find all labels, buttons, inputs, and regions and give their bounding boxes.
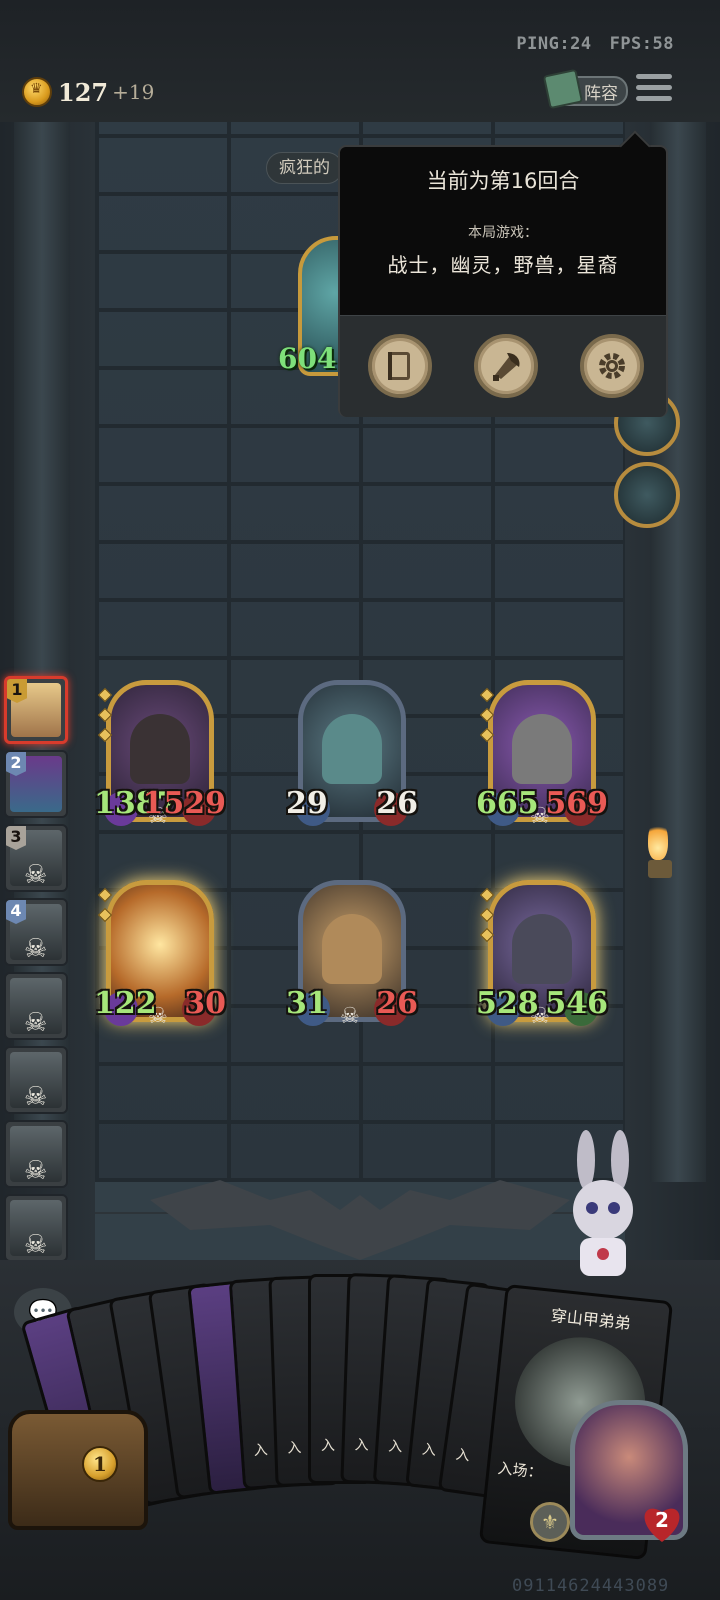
skull-icon: ☠ — [24, 934, 48, 964]
opponent-hero-health: 604 — [278, 342, 337, 375]
menu-icon[interactable] — [636, 74, 672, 108]
popup-actions — [340, 315, 666, 417]
gear-icon[interactable] — [580, 334, 644, 398]
card-label: 入 — [253, 1442, 269, 1460]
rank-badge: 4 — [6, 900, 26, 924]
skull-icon: ☠ — [24, 1156, 48, 1186]
lineup-book-icon — [542, 68, 584, 110]
rank-badge: 2 — [6, 752, 26, 776]
opponent-name: 疯狂的 — [266, 152, 343, 184]
minion-card[interactable]: ☠ 31 26 — [286, 880, 418, 1030]
skull-icon: ☠ — [24, 1082, 48, 1112]
player-slot-2[interactable]: 2 — [4, 750, 68, 818]
minion-health: 26 — [376, 786, 418, 821]
gold-amount: 127 — [58, 77, 109, 107]
round-info-popup: 当前为第16回合 本局游戏： 战士，幽灵，野兽，星裔 — [338, 145, 668, 417]
card-label: 入 — [287, 1440, 302, 1457]
coin-icon — [22, 77, 52, 107]
gold-display: 127 +19 — [22, 76, 154, 108]
bat-emblem — [150, 1180, 570, 1260]
tribes-list: 战士，幽灵，野兽，星裔 — [387, 253, 619, 277]
tavern-tier-badge: 1 — [82, 1446, 118, 1482]
fps-label: FPS:58 — [609, 34, 674, 54]
card-text: 入场： — [496, 1459, 544, 1482]
round-text: 当前为第16回合 — [426, 169, 580, 193]
player-slot-1[interactable]: 1 — [4, 676, 68, 744]
skull-icon: ☠ — [340, 1004, 360, 1029]
game-label: 本局游戏： — [468, 225, 538, 241]
minion-health: 569 — [545, 786, 608, 821]
ping-label: PING:24 — [516, 34, 592, 54]
card-label: 入 — [321, 1438, 335, 1454]
watermark-text: 09114624443089 — [512, 1576, 670, 1596]
minion-health: 26 — [376, 986, 418, 1021]
network-stats: PING:24 FPS:58 — [498, 34, 674, 54]
trinket-orb[interactable] — [614, 462, 680, 528]
torch-icon — [648, 820, 672, 878]
top-bar: PING:24 FPS:58 127 +19 阵容 — [0, 0, 720, 122]
upgrade-icon[interactable]: ⚜ — [530, 1502, 570, 1542]
card-name: 穿山甲弟弟 — [550, 1305, 632, 1334]
minion-attack: 528 — [476, 986, 539, 1021]
player-slot-5[interactable]: ☠ — [4, 972, 68, 1040]
skull-icon: ☠ — [24, 860, 48, 890]
minion-card[interactable]: ☠ 665 569 — [476, 680, 608, 830]
minion-health: 30 — [184, 986, 226, 1021]
minion-card[interactable]: ☠ 1387 1529 — [94, 680, 226, 830]
minion-attack: 665 — [476, 786, 539, 821]
minion-attack: 122 — [94, 986, 157, 1021]
minion-card[interactable]: ☠ 528 546 — [476, 880, 608, 1030]
book-icon[interactable] — [368, 334, 432, 398]
skull-icon: ☠ — [24, 1230, 48, 1260]
card-label: 入 — [421, 1441, 437, 1460]
minion-card[interactable]: 29 26 — [286, 680, 418, 830]
player-slot-4[interactable]: ☠ 4 — [4, 898, 68, 966]
card-label: 入 — [354, 1437, 369, 1454]
bunny-mascot — [573, 1130, 633, 1276]
minion-card[interactable]: ☠ 122 30 — [94, 880, 226, 1030]
minion-health: 546 — [545, 986, 608, 1021]
tavern-chest[interactable] — [8, 1410, 148, 1530]
rank-badge: 1 — [7, 679, 27, 703]
player-slot-3[interactable]: ☠ 3 — [4, 824, 68, 892]
player-slot-7[interactable]: ☠ — [4, 1120, 68, 1188]
player-slot-8[interactable]: ☠ — [4, 1194, 68, 1262]
skull-icon: ☠ — [24, 1008, 48, 1038]
card-label: 入 — [454, 1446, 471, 1465]
lineup-label: 阵容 — [584, 83, 618, 104]
axe-helmet-icon[interactable] — [474, 334, 538, 398]
player-slot-6[interactable]: ☠ — [4, 1046, 68, 1114]
card-label: 入 — [387, 1438, 403, 1456]
minion-attack: 31 — [286, 986, 328, 1021]
minion-attack: 29 — [286, 786, 328, 821]
minion-health: 1529 — [142, 786, 227, 821]
gold-income: +19 — [112, 80, 155, 104]
lineup-button[interactable]: 阵容 — [542, 68, 628, 110]
rank-badge: 3 — [6, 826, 26, 850]
